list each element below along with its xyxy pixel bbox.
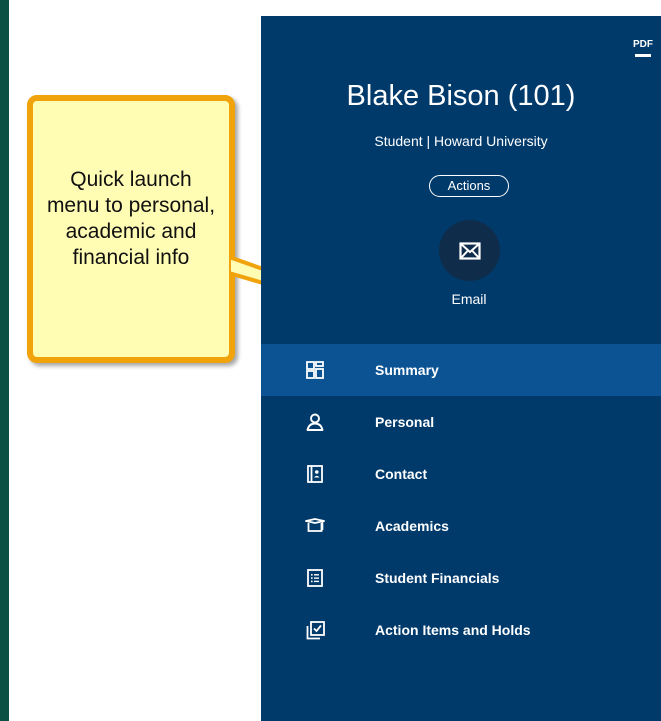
pdf-icon: PDF <box>633 39 653 50</box>
envelope-icon <box>458 241 481 260</box>
menu-item-label: Action Items and Holds <box>375 622 531 638</box>
pdf-export-button[interactable]: PDF <box>632 38 654 64</box>
annotation-callout: Quick launch menu to personal, academic … <box>27 95 235 363</box>
actions-button[interactable]: Actions <box>429 175 509 197</box>
quick-launch-menu: Summary Personal Contact Academics Stude… <box>261 344 661 656</box>
menu-item-label: Contact <box>375 466 428 482</box>
person-icon <box>304 411 326 433</box>
list-document-icon <box>304 567 326 589</box>
menu-item-contact[interactable]: Contact <box>261 448 661 500</box>
profile-name: Blake Bison (101) <box>346 80 576 112</box>
menu-item-summary[interactable]: Summary <box>261 344 661 396</box>
email-label: Email <box>451 291 487 307</box>
checklist-icon <box>304 619 326 641</box>
graduation-cap-icon <box>304 515 326 537</box>
callout-pointer <box>229 255 265 285</box>
menu-item-label: Student Financials <box>375 570 500 586</box>
profile-subtitle: Student | Howard University <box>374 133 548 149</box>
menu-item-academics[interactable]: Academics <box>261 500 661 552</box>
contact-book-icon <box>304 463 326 485</box>
menu-item-action-items-and-holds[interactable]: Action Items and Holds <box>261 604 661 656</box>
menu-item-personal[interactable]: Personal <box>261 396 661 448</box>
grid-icon <box>304 359 326 381</box>
callout-text: Quick launch menu to personal, academic … <box>46 168 216 269</box>
menu-item-student-financials[interactable]: Student Financials <box>261 552 661 604</box>
email-button[interactable] <box>439 220 500 281</box>
menu-item-label: Summary <box>375 362 439 378</box>
menu-item-label: Personal <box>375 414 435 430</box>
menu-item-label: Academics <box>375 518 449 534</box>
profile-panel: PDF Blake Bison (101) Student | Howard U… <box>261 16 661 721</box>
